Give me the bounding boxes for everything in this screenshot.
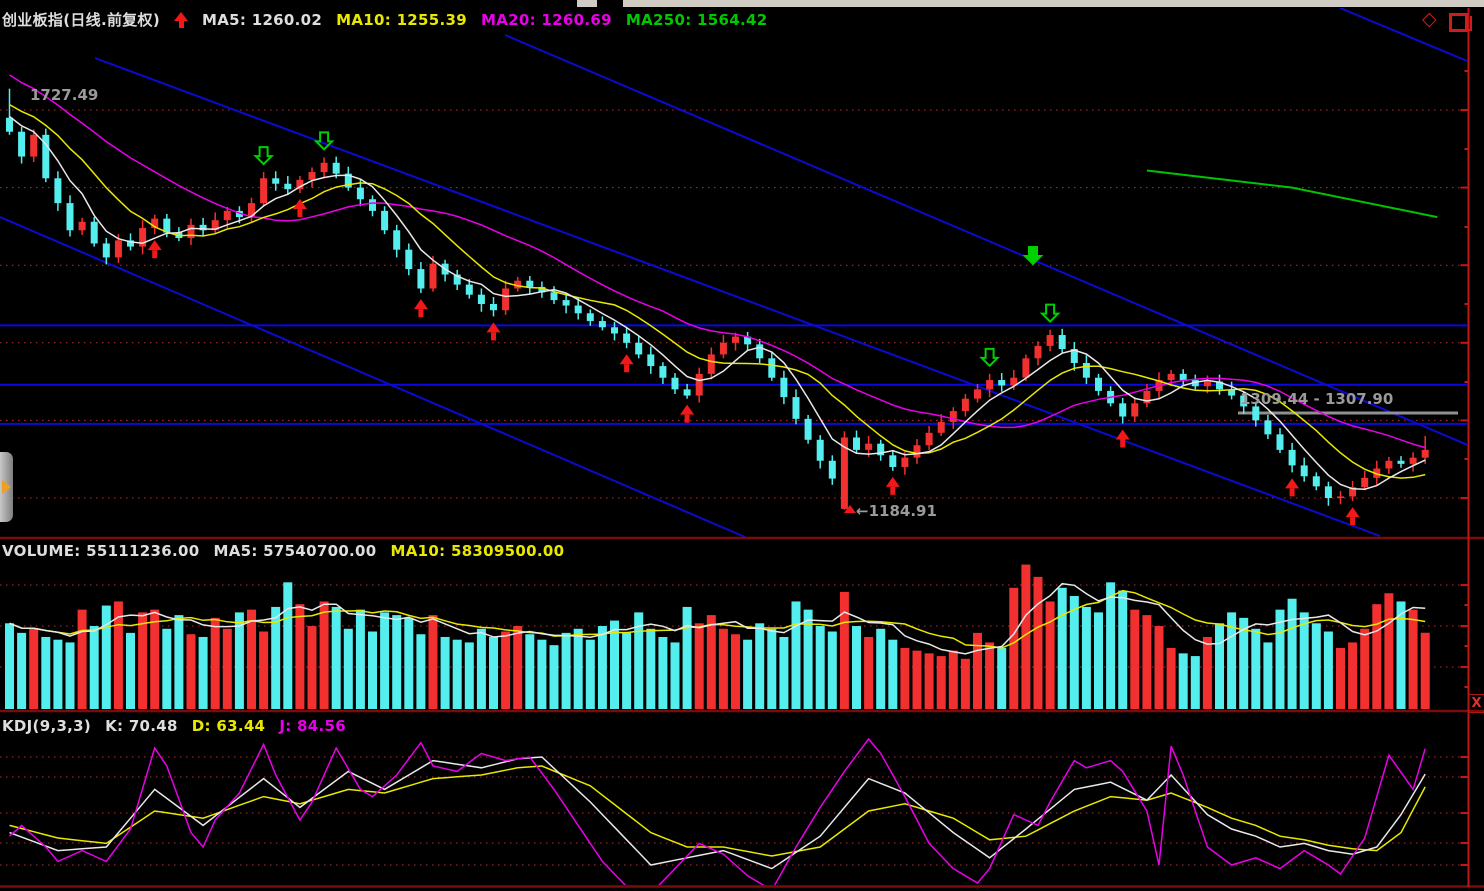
ma10-legend[interactable]: MA10: 1255.39 bbox=[336, 11, 467, 29]
volume-ma10[interactable]: MA10: 58309500.00 bbox=[391, 542, 565, 560]
kdj-name[interactable]: KDJ(9,3,3) bbox=[2, 717, 91, 735]
low-point-marker-icon bbox=[844, 505, 856, 513]
instrument-title: 创业板指(日线.前复权) bbox=[2, 9, 160, 30]
ma5-legend[interactable]: MA5: 1260.02 bbox=[202, 11, 322, 29]
toolbar-edge-strip bbox=[577, 0, 597, 7]
gap-price-label: 1309.44 - 1307.90 bbox=[1240, 390, 1393, 408]
kdj-header: KDJ(9,3,3) K: 70.48 D: 63.44 J: 84.56 bbox=[2, 717, 346, 735]
indicator-close-button[interactable]: X bbox=[1468, 694, 1484, 713]
trading-app-window: ◇ 创业板指(日线.前复权) MA5: 1260.02 MA10: 1255.3… bbox=[0, 0, 1484, 891]
main-chart-header: 创业板指(日线.前复权) MA5: 1260.02 MA10: 1255.39 … bbox=[2, 9, 767, 30]
low-price-label: ←1184.91 bbox=[856, 502, 937, 520]
volume-header: VOLUME: 55111236.00 MA5: 57540700.00 MA1… bbox=[2, 542, 564, 560]
volume-value[interactable]: VOLUME: 55111236.00 bbox=[2, 542, 199, 560]
kdj-k-value: K: 70.48 bbox=[105, 717, 178, 735]
restore-window-icon-detail2 bbox=[1463, 29, 1472, 31]
ma250-legend[interactable]: MA250: 1564.42 bbox=[626, 11, 768, 29]
expand-arrow-icon bbox=[2, 480, 11, 494]
diamond-icon[interactable]: ◇ bbox=[1422, 8, 1437, 30]
high-price-label: 1727.49 bbox=[30, 86, 98, 104]
toolbar-edge-strip bbox=[623, 0, 1484, 7]
kdj-d-value: D: 63.44 bbox=[192, 717, 266, 735]
chart-plot-area[interactable] bbox=[0, 0, 1484, 891]
up-arrow-icon bbox=[174, 12, 188, 28]
sidebar-expand-tab[interactable] bbox=[0, 452, 13, 522]
ma20-legend[interactable]: MA20: 1260.69 bbox=[481, 11, 612, 29]
kdj-j-value: J: 84.56 bbox=[279, 717, 346, 735]
volume-ma5[interactable]: MA5: 57540700.00 bbox=[213, 542, 376, 560]
